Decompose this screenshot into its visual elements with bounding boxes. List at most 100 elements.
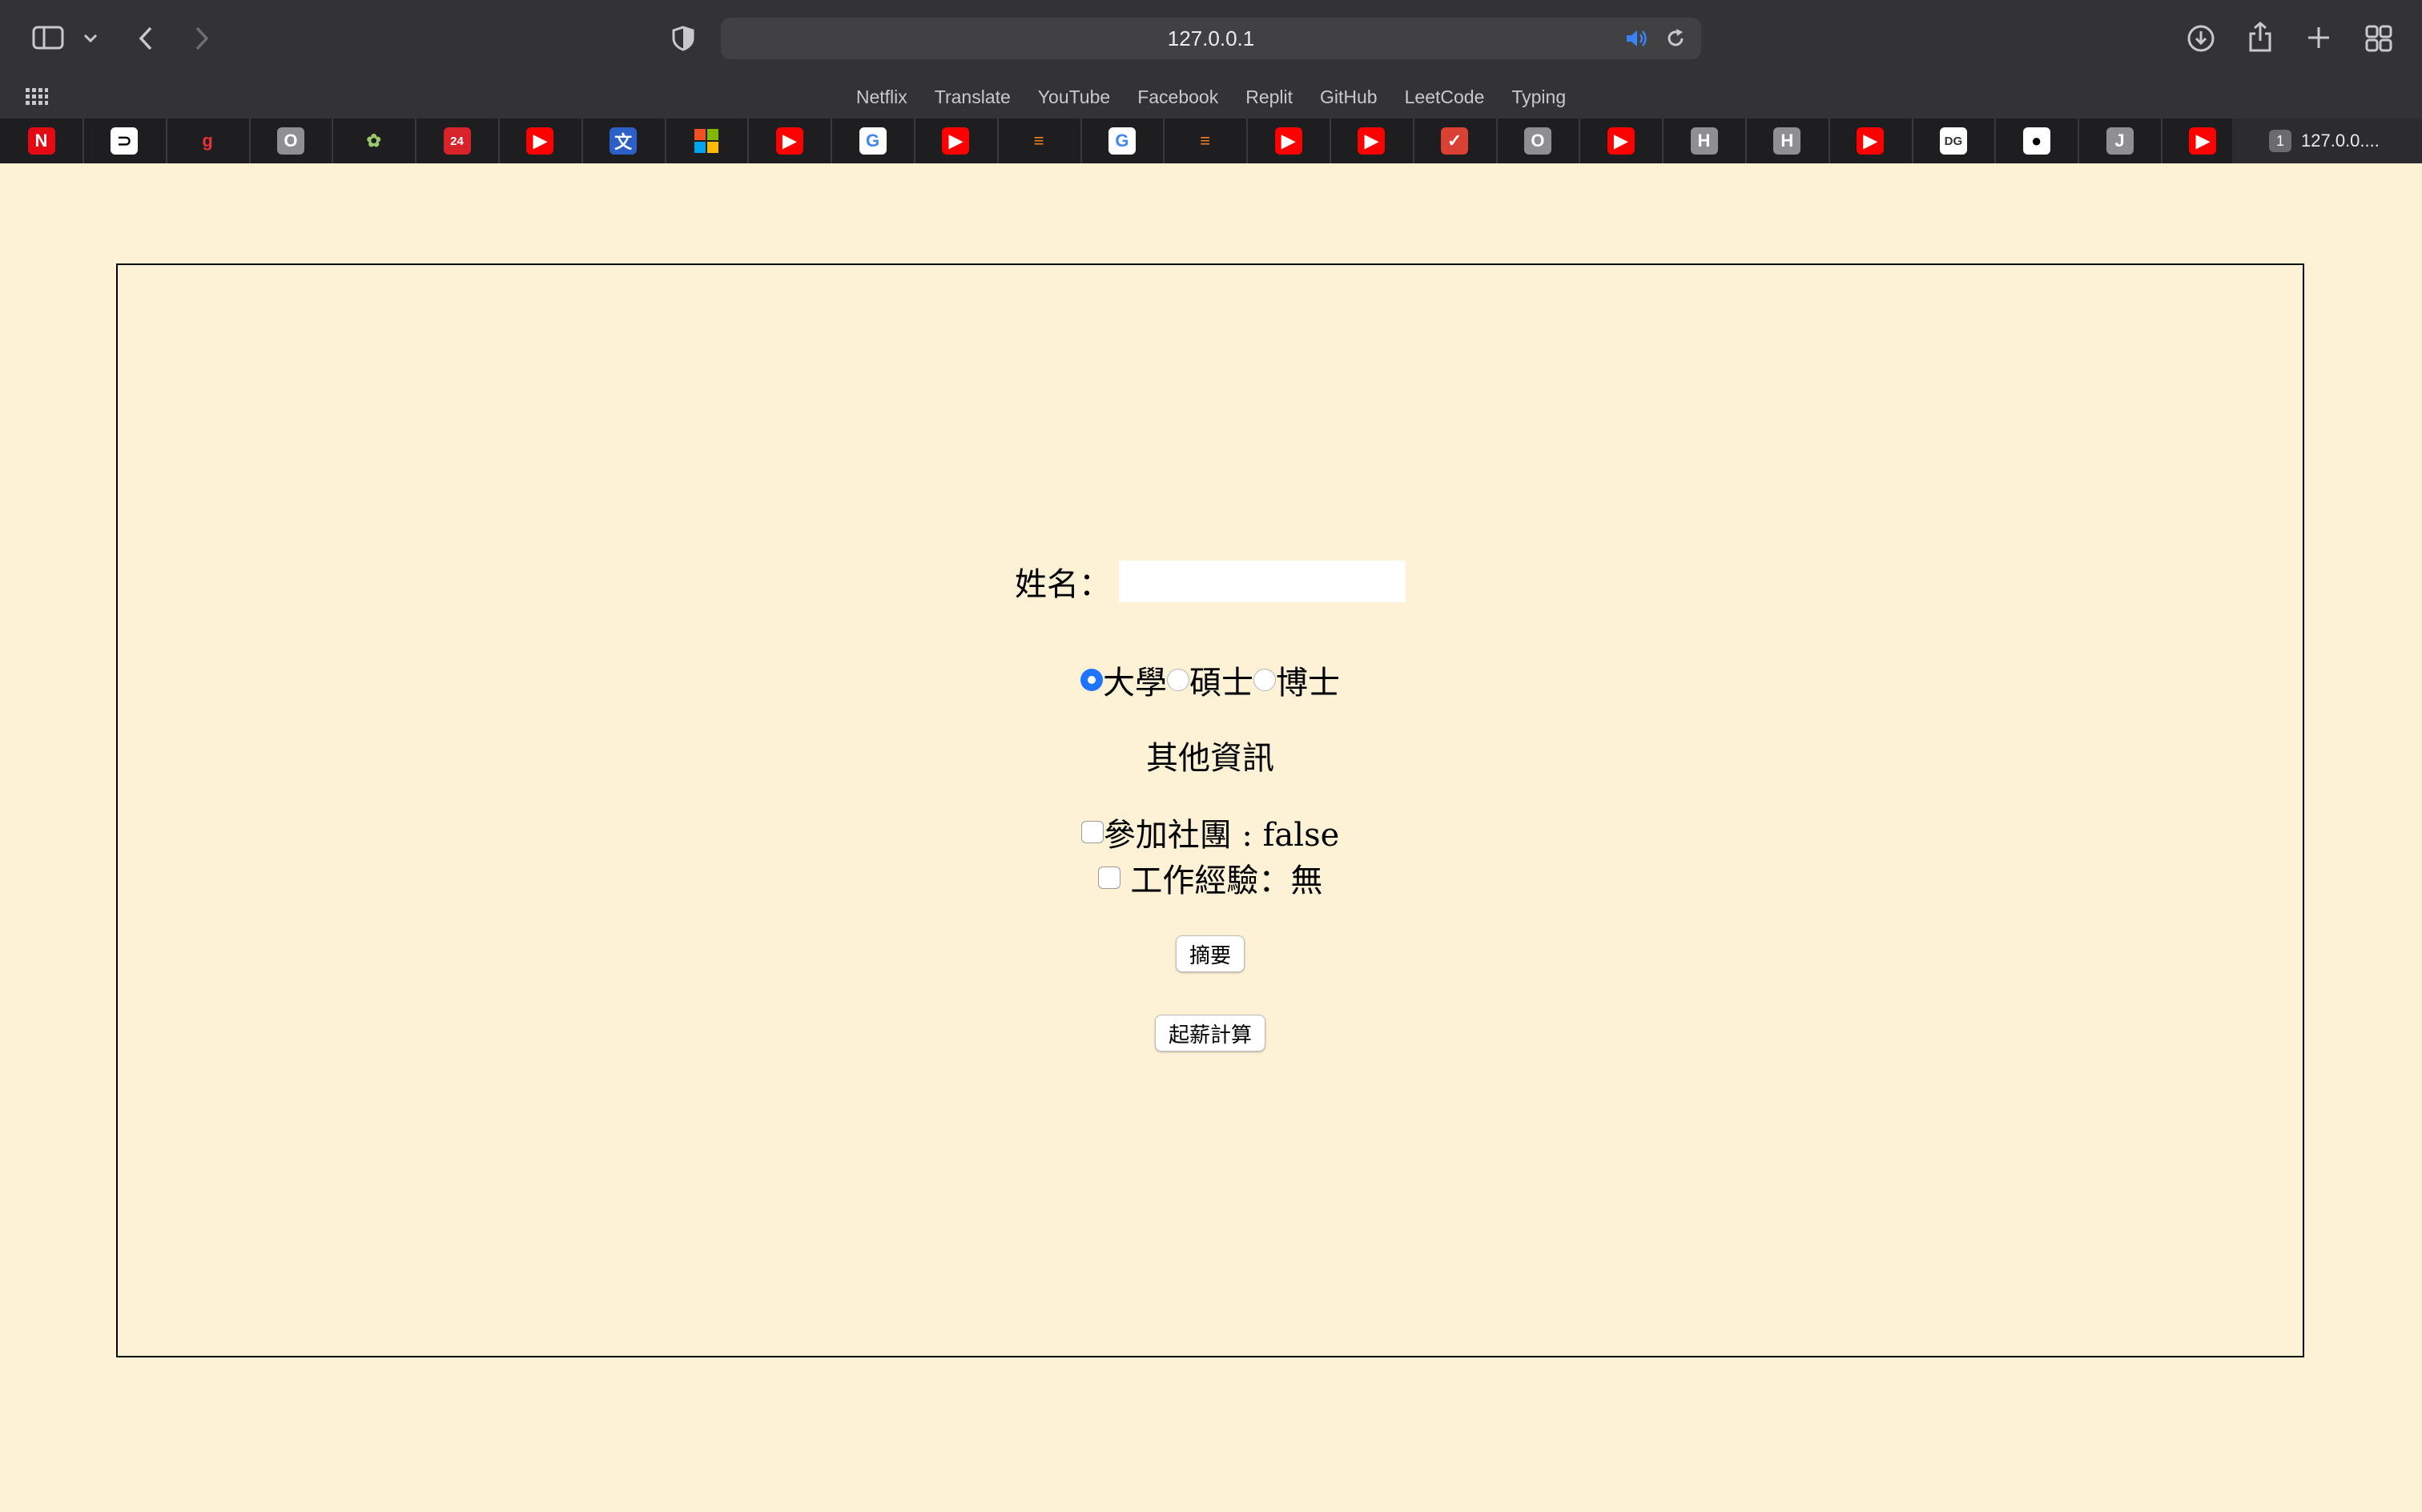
- netflix-icon: N: [27, 127, 55, 155]
- favorite-facebook[interactable]: Facebook: [1137, 86, 1218, 108]
- share-icon[interactable]: [2246, 19, 2275, 54]
- letter-o-icon: O: [276, 127, 304, 155]
- degree-radio-master[interactable]: [1167, 669, 1189, 691]
- pinned-tab[interactable]: O: [249, 119, 334, 163]
- degree-label-phd: 博士: [1276, 665, 1340, 702]
- club-checkbox[interactable]: [1080, 821, 1104, 843]
- section-title: 其他資訊: [118, 731, 2303, 779]
- name-input[interactable]: [1119, 561, 1406, 602]
- favorites-bar: Netflix Translate YouTube Facebook Repli…: [0, 75, 2422, 119]
- favorite-replit[interactable]: Replit: [1245, 86, 1293, 108]
- letter-h-icon: H: [1690, 127, 1718, 155]
- salary-row: 起薪計算: [118, 1014, 2303, 1052]
- pinned-tab[interactable]: ▶: [1247, 119, 1331, 163]
- degree-label-master: 碩士: [1189, 665, 1253, 702]
- pinned-tab[interactable]: J: [2078, 119, 2162, 163]
- tab-number-badge: 1: [2269, 130, 2291, 152]
- pinned-tab[interactable]: ▶: [499, 119, 583, 163]
- pinned-tab[interactable]: 文: [582, 119, 666, 163]
- letter-h-icon: H: [1773, 127, 1801, 155]
- address-bar[interactable]: 127.0.0.1: [721, 18, 1701, 59]
- degree-radio-phd[interactable]: [1253, 669, 1276, 691]
- pinned-tab[interactable]: ▶: [1829, 119, 1913, 163]
- number-24-icon: 24: [443, 127, 471, 155]
- pinned-tab[interactable]: G: [831, 119, 915, 163]
- active-tab-title: 127.0.0....: [2301, 131, 2380, 151]
- pinned-tab[interactable]: 24: [416, 119, 500, 163]
- tab-bar: N ⊃ g O ✿ 24 ▶ 文 ▶ G ▶ ≡ G ≡ ▶ ▶ ✓ O ▶ H H ▶ DG ● J ▶ 1 127.0.0..…: [0, 119, 2422, 163]
- pinned-tab[interactable]: ▶: [1330, 119, 1414, 163]
- pinned-tab[interactable]: ▶: [915, 119, 999, 163]
- forward-arrow-icon[interactable]: [191, 22, 213, 54]
- experience-checkbox[interactable]: [1097, 867, 1120, 889]
- pinned-tab[interactable]: ✿: [332, 119, 417, 163]
- pinned-tab[interactable]: H: [1663, 119, 1747, 163]
- summary-button[interactable]: 摘要: [1175, 935, 1245, 972]
- chevron-down-icon[interactable]: [82, 30, 99, 46]
- favorite-translate[interactable]: Translate: [935, 86, 1011, 108]
- google-icon: G: [859, 127, 887, 155]
- youtube-icon: ▶: [775, 127, 803, 155]
- summary-row: 摘要: [118, 935, 2303, 973]
- download-icon[interactable]: [2185, 22, 2217, 54]
- pinned-tab[interactable]: g: [167, 119, 251, 163]
- privacy-shield-icon[interactable]: [670, 24, 697, 53]
- favorites-list: Netflix Translate YouTube Facebook Repli…: [0, 75, 2422, 119]
- new-tab-plus-icon[interactable]: [2305, 24, 2332, 51]
- todoist-icon: ✓: [1441, 127, 1469, 155]
- sidebar-toggle-icon[interactable]: [32, 24, 64, 51]
- favorite-github[interactable]: GitHub: [1320, 86, 1378, 108]
- pinned-tab[interactable]: G: [1080, 119, 1165, 163]
- pinned-tab[interactable]: [665, 119, 750, 163]
- pinned-tab[interactable]: DG: [1912, 119, 1997, 163]
- tab-overview-icon[interactable]: [2364, 24, 2393, 53]
- pinned-tab[interactable]: O: [1496, 119, 1581, 163]
- salary-calc-button[interactable]: 起薪計算: [1154, 1015, 1265, 1052]
- youtube-icon: ▶: [1607, 127, 1635, 155]
- name-row: 姓名：: [118, 558, 2303, 605]
- favorite-leetcode[interactable]: LeetCode: [1405, 86, 1485, 108]
- translate-icon: 文: [610, 127, 638, 155]
- favorite-typing[interactable]: Typing: [1511, 86, 1566, 108]
- pinned-tab[interactable]: ⊃: [83, 119, 167, 163]
- stackoverflow-icon: ≡: [1025, 127, 1053, 155]
- dragon-icon: ✿: [360, 127, 388, 155]
- page-frame: 姓名： 大學 碩士 博士 其他資訊 參加社團 : false 工作經驗：無 摘要…: [116, 263, 2304, 1357]
- club-row: 參加社團 : false: [118, 809, 2303, 855]
- degree-radio-group: 大學 碩士 博士: [118, 656, 2303, 704]
- pinned-tab[interactable]: ●: [1995, 119, 2080, 163]
- youtube-icon: ▶: [942, 127, 970, 155]
- youtube-icon: ▶: [2189, 127, 2217, 155]
- favorite-youtube[interactable]: YouTube: [1038, 86, 1110, 108]
- reload-icon[interactable]: [1664, 27, 1687, 55]
- pinned-tab[interactable]: H: [1746, 119, 1830, 163]
- back-arrow-icon[interactable]: [135, 22, 157, 54]
- active-tab[interactable]: 1 127.0.0....: [2232, 119, 2422, 163]
- url-text: 127.0.0.1: [1167, 26, 1255, 50]
- github-icon: ●: [2022, 127, 2050, 155]
- microsoft-icon: [692, 127, 720, 155]
- pinned-tab[interactable]: ▶: [748, 119, 833, 163]
- pinned-tab[interactable]: ≡: [1164, 119, 1249, 163]
- experience-label: 工作經驗：無: [1120, 863, 1323, 899]
- grammarly-icon: g: [194, 127, 222, 155]
- speaker-icon[interactable]: [1624, 27, 1648, 55]
- name-label: 姓名：: [1015, 566, 1111, 603]
- pinned-tab[interactable]: N: [0, 119, 84, 163]
- section-title-text: 其他資訊: [1146, 740, 1274, 777]
- pinned-tab[interactable]: ≡: [998, 119, 1082, 163]
- deepl-icon: DG: [1939, 127, 1967, 155]
- browser-toolbar: 127.0.0.1: [0, 0, 2422, 75]
- letter-o-icon: O: [1523, 127, 1551, 155]
- experience-row: 工作經驗：無: [118, 855, 2303, 901]
- youtube-icon: ▶: [1274, 127, 1302, 155]
- youtube-icon: ▶: [1857, 127, 1885, 155]
- google-icon: G: [1108, 127, 1136, 155]
- stackoverflow-icon: ≡: [1191, 127, 1219, 155]
- degree-radio-bachelor[interactable]: [1080, 669, 1103, 691]
- degree-label-bachelor: 大學: [1103, 665, 1167, 702]
- codecademy-icon: ⊃: [111, 127, 139, 155]
- favorite-netflix[interactable]: Netflix: [856, 86, 907, 108]
- pinned-tab[interactable]: ✓: [1414, 119, 1498, 163]
- pinned-tab[interactable]: ▶: [1579, 119, 1664, 163]
